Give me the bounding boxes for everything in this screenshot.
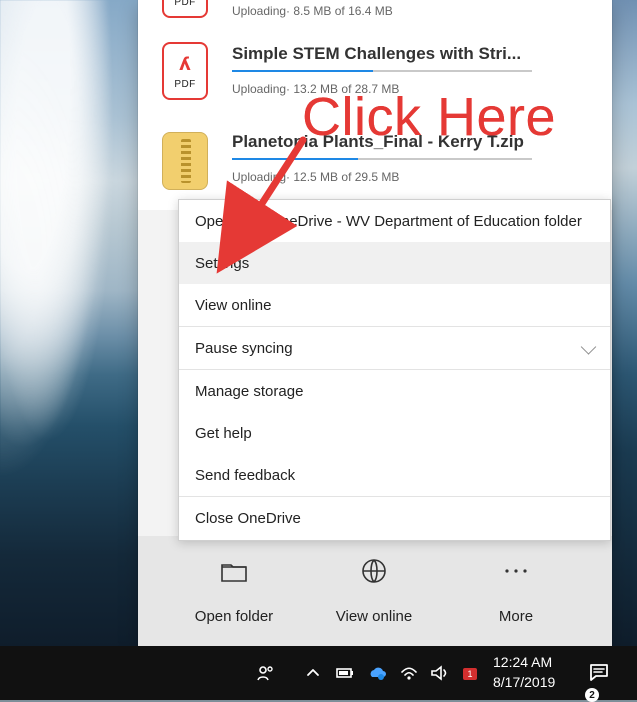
upload-progress: [232, 70, 532, 72]
file-name: Simple STEM Challenges with Stri...: [232, 44, 522, 63]
globe-icon: [304, 554, 444, 588]
folder-icon: [164, 554, 304, 588]
more-icon: [446, 554, 586, 588]
chevron-up-icon[interactable]: [302, 662, 324, 684]
more-button[interactable]: More: [446, 554, 586, 634]
upload-progress-fill: [232, 70, 373, 72]
open-folder-button[interactable]: Open folder: [164, 554, 304, 634]
menu-item-view-online[interactable]: View online: [179, 284, 610, 326]
clock-time: 12:24 AM: [493, 654, 553, 670]
more-label: More: [498, 608, 534, 625]
file-status: Uploading· 8.5 MB of 16.4 MB: [232, 4, 393, 18]
view-online-label: View online: [335, 608, 413, 625]
menu-item-get-help[interactable]: Get help: [179, 412, 610, 454]
menu-item-send-feedback[interactable]: Send feedback: [179, 454, 610, 496]
view-online-button[interactable]: View online: [304, 554, 444, 634]
open-folder-label: Open folder: [194, 608, 274, 625]
upload-progress: [232, 158, 532, 160]
clock-date: 8/17/2019: [493, 674, 556, 690]
zip-file-icon: [162, 132, 208, 190]
svg-text:1: 1: [467, 669, 472, 679]
volume-icon[interactable]: [428, 662, 450, 684]
file-item[interactable]: ʎ PDF Uploading· 8.5 MB of 16.4 MB: [138, 0, 612, 30]
menu-item-label: Manage storage: [195, 382, 304, 400]
action-bar: Open folder View online More: [138, 536, 612, 646]
pdf-file-icon: ʎ PDF: [162, 0, 208, 18]
file-status: Uploading· 12.5 MB of 29.5 MB: [232, 170, 400, 184]
menu-item-label: Settings: [195, 254, 250, 272]
action-center-icon[interactable]: 2: [585, 660, 609, 702]
chevron-down-icon: [580, 339, 597, 355]
menu-item-label: Pause syncing: [195, 339, 293, 357]
upload-progress-fill: [232, 158, 358, 160]
menu-item-close-onedrive[interactable]: Close OneDrive: [179, 497, 610, 539]
menu-item-manage-storage[interactable]: Manage storage: [179, 370, 610, 412]
people-icon[interactable]: [255, 662, 277, 684]
menu-item-label: Close OneDrive: [195, 509, 301, 527]
onedrive-icon[interactable]: [366, 662, 388, 684]
pdf-glyph: ʎ: [179, 54, 191, 75]
app-tray-icon[interactable]: 1: [459, 662, 481, 684]
pdf-label: PDF: [174, 79, 196, 90]
menu-item-label: View online: [195, 296, 272, 314]
wifi-icon[interactable]: [398, 662, 420, 684]
menu-item-label: Send feedback: [195, 466, 296, 484]
pdf-file-icon: ʎ PDF: [162, 42, 208, 100]
click-here-annotation: Click Here: [302, 87, 557, 147]
battery-icon[interactable]: [334, 662, 356, 684]
menu-item-label: Open your OneDrive - WV Department of Ed…: [195, 212, 582, 230]
context-menu: Open your OneDrive - WV Department of Ed…: [178, 199, 611, 541]
menu-item-settings[interactable]: Settings: [179, 242, 610, 284]
menu-item-label: Get help: [195, 424, 252, 442]
taskbar: 1 12:24 AM 8/17/2019 2: [0, 646, 637, 702]
menu-item-open-onedrive-folder[interactable]: Open your OneDrive - WV Department of Ed…: [179, 200, 610, 242]
menu-item-pause-syncing[interactable]: Pause syncing: [179, 327, 610, 369]
pdf-label: PDF: [174, 0, 196, 8]
